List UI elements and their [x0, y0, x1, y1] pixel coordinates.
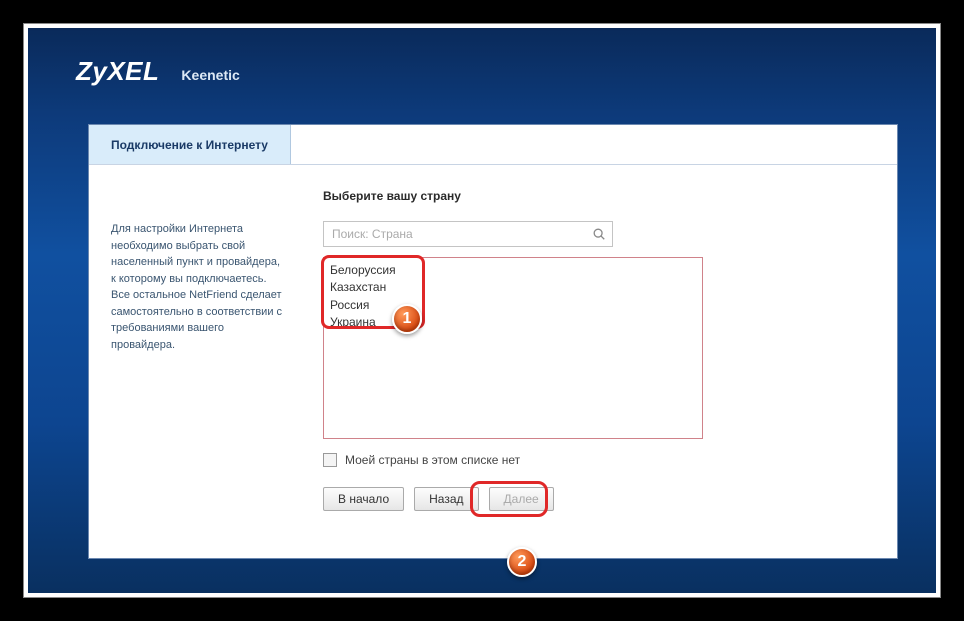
country-option[interactable]: Белоруссия	[330, 262, 696, 279]
sidebar-help-text: Для настройки Интернета необходимо выбра…	[89, 165, 309, 558]
not-in-list-label: Моей страны в этом списке нет	[345, 453, 520, 467]
country-search-input[interactable]: Поиск: Страна	[323, 221, 613, 247]
not-in-list-checkbox[interactable]	[323, 453, 337, 467]
main-column: Выберите вашу страну Поиск: Страна Белор…	[309, 165, 897, 558]
next-button[interactable]: Далее	[489, 487, 554, 511]
country-listbox[interactable]: Белоруссия Казахстан Россия Украина	[323, 257, 703, 439]
panel-body: Для настройки Интернета необходимо выбра…	[89, 165, 897, 558]
tab-label: Подключение к Интернету	[111, 138, 268, 152]
button-label: В начало	[338, 492, 389, 506]
search-icon	[592, 227, 606, 241]
app-window: ZyXEL Keenetic Подключение к Интернету Д…	[28, 28, 936, 593]
search-placeholder: Поиск: Страна	[332, 227, 592, 241]
country-option[interactable]: Украина	[330, 314, 696, 331]
home-button[interactable]: В начало	[323, 487, 404, 511]
section-title: Выберите вашу страну	[323, 189, 871, 203]
product-name: Keenetic	[181, 67, 239, 83]
header: ZyXEL Keenetic	[28, 28, 936, 109]
country-option[interactable]: Казахстан	[330, 279, 696, 296]
brand-logo: ZyXEL	[76, 56, 159, 87]
back-button[interactable]: Назад	[414, 487, 478, 511]
tab-row: Подключение к Интернету	[89, 125, 897, 165]
not-in-list-row[interactable]: Моей страны в этом списке нет	[323, 453, 871, 467]
tab-internet-connection[interactable]: Подключение к Интернету	[89, 125, 291, 164]
button-row: В начало Назад Далее	[323, 487, 871, 511]
screenshot-frame: ZyXEL Keenetic Подключение к Интернету Д…	[23, 23, 941, 598]
button-label: Далее	[504, 492, 539, 506]
button-label: Назад	[429, 492, 463, 506]
wizard-panel: Подключение к Интернету Для настройки Ин…	[88, 124, 898, 559]
country-option[interactable]: Россия	[330, 297, 696, 314]
